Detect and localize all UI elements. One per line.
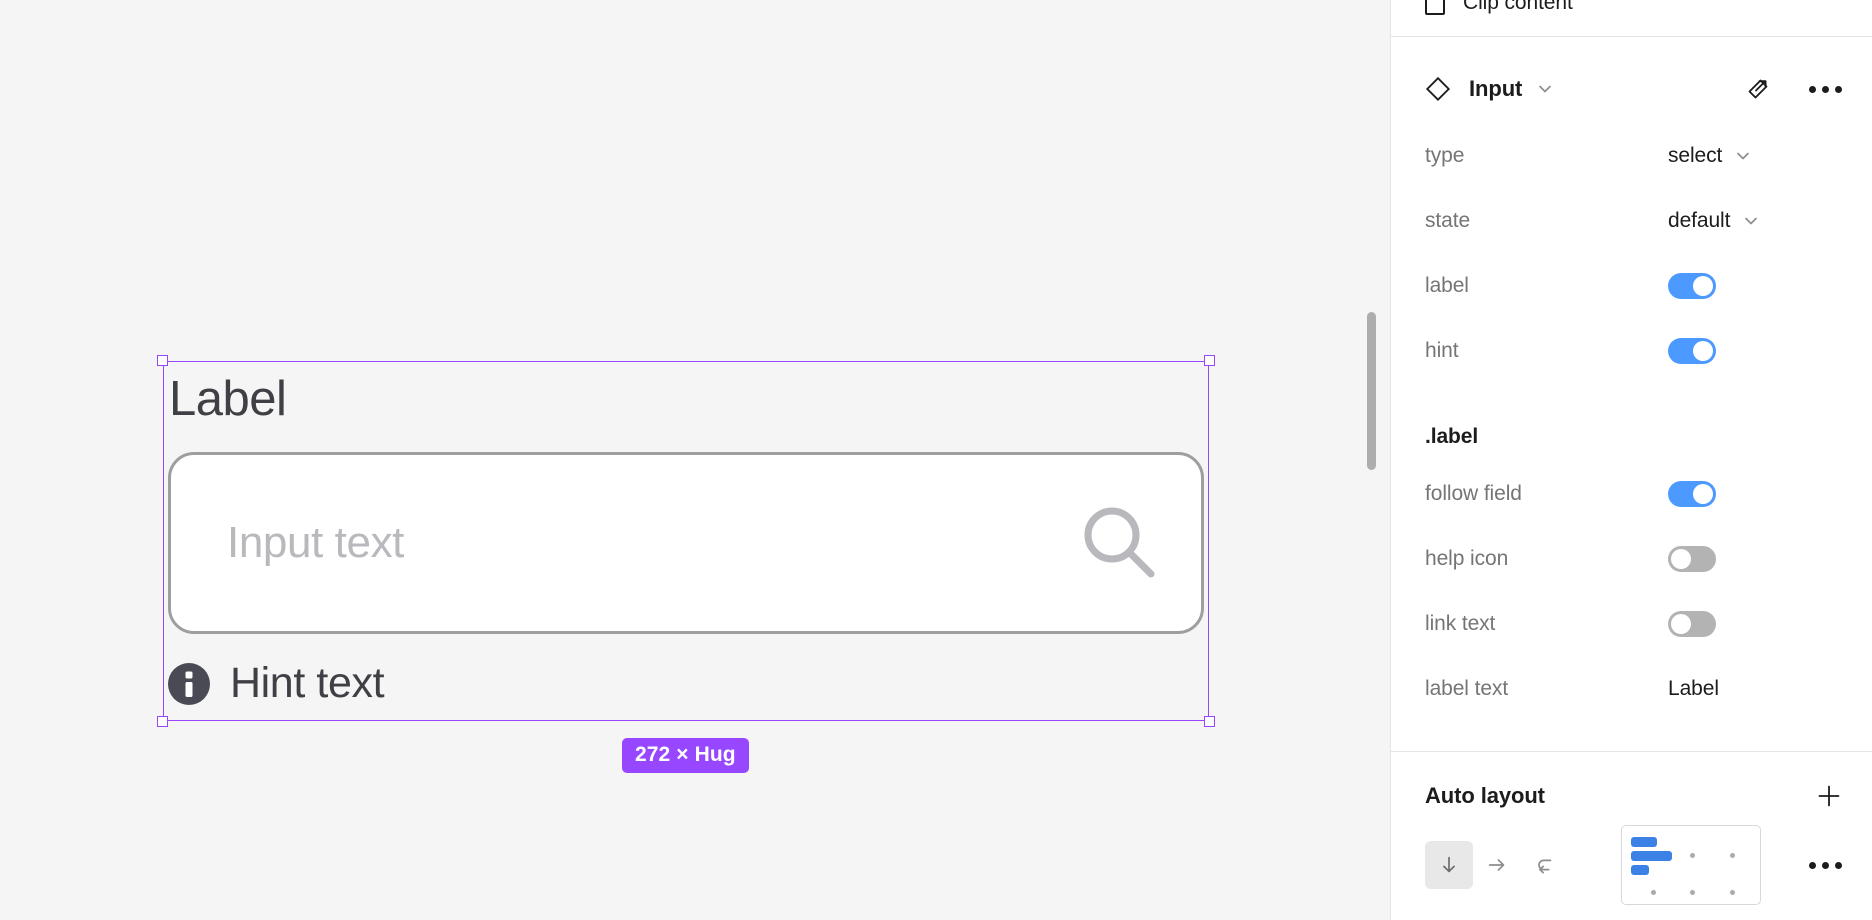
alignment-dot[interactable] xyxy=(1690,890,1695,895)
wrap-arrow-icon[interactable] xyxy=(1521,841,1569,889)
toggle-knob xyxy=(1693,340,1713,361)
property-label: hint xyxy=(1425,338,1459,362)
toggle-link-text[interactable] xyxy=(1668,610,1716,637)
dot xyxy=(1822,85,1829,93)
resize-handle-bottom-right[interactable] xyxy=(1204,716,1215,727)
selection-size-badge: 272 × Hug xyxy=(622,738,749,773)
input-component-preview: Label Input text Hint text xyxy=(163,361,1209,721)
property-row-follow-field[interactable]: follow field xyxy=(1391,461,1872,526)
selected-component-frame[interactable]: Label Input text Hint text xyxy=(157,355,1215,727)
more-options-icon[interactable] xyxy=(1809,861,1842,869)
preview-hint-text: Hint text xyxy=(230,659,385,707)
toggle-knob xyxy=(1671,613,1691,634)
toggle-knob xyxy=(1693,275,1713,296)
info-circle-icon xyxy=(168,662,210,705)
resize-handle-bottom-left[interactable] xyxy=(157,716,168,727)
property-label: follow field xyxy=(1425,481,1522,505)
preview-input-field[interactable]: Input text xyxy=(168,452,1204,634)
resize-handle-top-left[interactable] xyxy=(157,355,168,366)
more-options-icon[interactable] xyxy=(1809,85,1842,93)
instance-name: Input xyxy=(1469,76,1523,101)
property-label: label xyxy=(1425,273,1469,297)
property-label: link text xyxy=(1425,611,1496,635)
property-value[interactable]: Label xyxy=(1668,677,1838,701)
clip-content-label: Clip content xyxy=(1463,0,1573,14)
go-to-main-component-icon[interactable] xyxy=(1743,74,1773,104)
property-row-label[interactable]: label xyxy=(1391,253,1872,318)
property-row-help-icon[interactable]: help icon xyxy=(1391,526,1872,591)
alignment-dot[interactable] xyxy=(1651,890,1656,895)
search-icon xyxy=(1081,504,1159,582)
dot xyxy=(1809,85,1816,93)
instance-header-row[interactable]: Input xyxy=(1391,55,1872,123)
alignment-bar xyxy=(1631,837,1657,847)
chevron-down-icon[interactable] xyxy=(1536,80,1554,98)
alignment-dot[interactable] xyxy=(1730,890,1735,895)
component-instance-diamond-icon xyxy=(1425,76,1451,102)
property-row-link-text[interactable]: link text xyxy=(1391,591,1872,656)
dot xyxy=(1835,85,1842,93)
property-label: type xyxy=(1425,143,1465,167)
select-value: select xyxy=(1668,143,1723,167)
property-row-hint[interactable]: hint xyxy=(1391,318,1872,383)
property-label: state xyxy=(1425,208,1471,232)
frame-section: Clip content xyxy=(1391,0,1872,36)
property-value[interactable] xyxy=(1668,272,1838,299)
auto-layout-section: Auto layout xyxy=(1391,762,1872,905)
alignment-dot[interactable] xyxy=(1690,853,1695,858)
auto-layout-controls xyxy=(1391,825,1872,905)
design-canvas[interactable]: Label Input text Hint text 272 × Hug xyxy=(0,0,1390,920)
property-row-state[interactable]: state default xyxy=(1391,188,1872,253)
dot xyxy=(1809,861,1816,869)
plus-icon[interactable] xyxy=(1816,783,1842,809)
select-value: default xyxy=(1668,208,1731,232)
figma-window: Label Input text Hint text 272 × Hug Cli… xyxy=(0,0,1872,920)
property-value[interactable]: default xyxy=(1668,209,1838,233)
property-value[interactable] xyxy=(1668,337,1838,364)
dot xyxy=(1835,861,1842,869)
alignment-bar xyxy=(1631,865,1649,875)
property-value[interactable]: select xyxy=(1668,144,1838,168)
toggle-hint[interactable] xyxy=(1668,337,1716,364)
property-group-heading: .label xyxy=(1425,425,1479,448)
canvas-vertical-scrollbar[interactable] xyxy=(1367,312,1376,470)
property-label: help icon xyxy=(1425,546,1509,570)
section-divider xyxy=(1391,36,1872,37)
preview-hint-row: Hint text xyxy=(168,659,385,708)
toggle-help-icon[interactable] xyxy=(1668,545,1716,572)
alignment-grid[interactable] xyxy=(1621,825,1761,905)
toggle-knob xyxy=(1693,483,1713,504)
dot xyxy=(1822,861,1829,869)
chevron-down-icon[interactable] xyxy=(1742,212,1760,230)
toggle-follow-field[interactable] xyxy=(1668,480,1716,507)
arrow-right-icon[interactable] xyxy=(1473,841,1521,889)
property-value[interactable] xyxy=(1668,480,1838,507)
label-text-value[interactable]: Label xyxy=(1668,677,1719,701)
property-value[interactable] xyxy=(1668,545,1838,572)
auto-layout-title: Auto layout xyxy=(1425,783,1545,808)
property-row-type[interactable]: type select xyxy=(1391,123,1872,188)
toggle-label[interactable] xyxy=(1668,272,1716,299)
component-instance-section: Input type select state default label hi… xyxy=(1391,55,1872,751)
alignment-bar xyxy=(1631,851,1672,861)
clip-content-row[interactable]: Clip content xyxy=(1391,0,1872,19)
properties-panel: Clip content Input type select state def… xyxy=(1390,0,1872,920)
preview-field-label: Label xyxy=(169,372,287,426)
resize-handle-top-right[interactable] xyxy=(1204,355,1215,366)
chevron-down-icon[interactable] xyxy=(1734,147,1752,165)
property-row-label-text[interactable]: label text Label xyxy=(1391,656,1872,721)
property-label: label text xyxy=(1425,676,1509,700)
section-divider xyxy=(1391,751,1872,752)
toggle-knob xyxy=(1671,548,1691,569)
clip-content-checkbox[interactable] xyxy=(1425,0,1445,15)
preview-input-placeholder: Input text xyxy=(227,518,405,567)
alignment-dot[interactable] xyxy=(1730,853,1735,858)
auto-layout-header: Auto layout xyxy=(1391,762,1872,830)
property-value[interactable] xyxy=(1668,610,1838,637)
arrow-down-icon[interactable] xyxy=(1425,841,1473,889)
